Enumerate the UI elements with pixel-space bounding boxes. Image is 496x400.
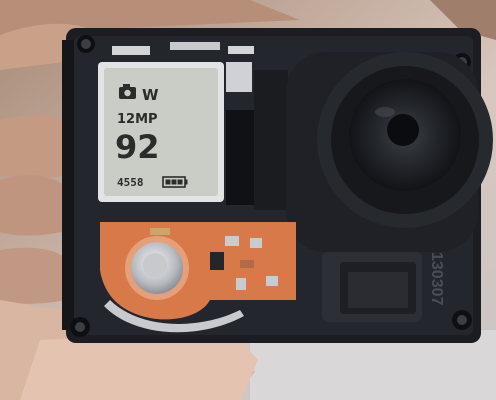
serial-label: 130307: [428, 252, 445, 305]
shutter-button: [125, 236, 189, 300]
screw: [70, 317, 90, 337]
lcd-frame: [254, 70, 288, 210]
screw: [452, 310, 472, 330]
lcd-flex-connector: [226, 110, 256, 205]
screw: [77, 35, 95, 53]
counter-value: 4558: [117, 176, 144, 189]
camera-photo-scene: W 12MP 92 4558 130307: [0, 0, 496, 400]
lens-assembly: [286, 52, 493, 252]
connector-module: [322, 252, 422, 322]
shots-remaining: 92: [115, 128, 160, 166]
mode-indicator: W: [142, 86, 159, 104]
lcd-screen: W 12MP 92 4558: [98, 62, 224, 202]
resolution-label: 12MP: [117, 112, 158, 127]
